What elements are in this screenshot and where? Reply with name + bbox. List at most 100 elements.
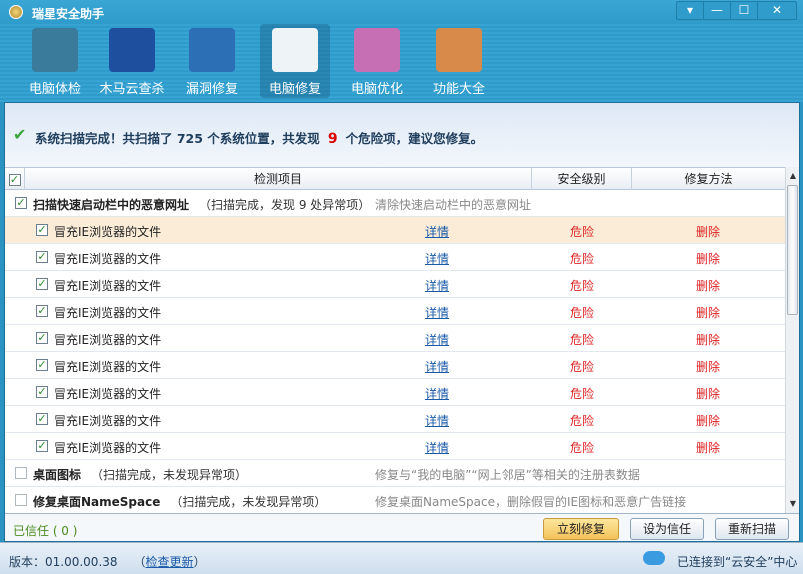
minimize-button[interactable]: — <box>704 2 731 19</box>
security-level: 危险 <box>570 279 595 293</box>
version-text: 版本：01.00.00.38 <box>9 555 118 569</box>
action-bar: 已信任 ( 0 ) 立刻修复 设为信任 重新扫描 <box>5 513 799 541</box>
scroll-thumb[interactable] <box>787 185 798 315</box>
details-link[interactable]: 详情 <box>425 385 449 402</box>
header-item[interactable]: 检测项目 <box>25 168 532 190</box>
disc-box-icon <box>436 28 482 72</box>
fix-method: 删除 <box>696 387 721 401</box>
group-checkbox[interactable]: ✓ <box>15 197 27 209</box>
toolbar-disc-box[interactable]: 功能大全 <box>424 24 494 98</box>
window-title: 瑞星安全助手 <box>32 7 105 21</box>
toolbar-label: 电脑优化 <box>350 82 403 97</box>
cloud-icon <box>643 551 665 565</box>
item-checkbox[interactable]: ✓ <box>36 413 48 425</box>
details-link[interactable]: 详情 <box>425 331 449 348</box>
item-checkbox[interactable]: ✓ <box>36 278 48 290</box>
group-status: （扫描完成，未发现异常项） <box>170 495 327 509</box>
toolbar-monitor-pulse[interactable]: 电脑体检 <box>20 24 90 98</box>
fix-method: 删除 <box>696 225 721 239</box>
group-desc: 修复桌面NameSpace，删除假冒的IE图标和恶意广告链接 <box>375 495 687 509</box>
close-button[interactable]: ✕ <box>758 2 796 19</box>
fix-method: 删除 <box>696 360 721 374</box>
window-controls: ▾ — ☐ ✕ <box>676 1 797 20</box>
trusted-count-link[interactable]: 已信任 ( 0 ) <box>13 522 77 539</box>
item-checkbox[interactable]: ✓ <box>36 251 48 263</box>
toolbar-label: 电脑修复 <box>268 82 321 97</box>
item-checkbox[interactable]: ✓ <box>36 386 48 398</box>
group-checkbox[interactable]: ✓ <box>15 494 27 506</box>
toolbar-windows-refresh[interactable]: 漏洞修复 <box>177 24 247 98</box>
group-name: 修复桌面NameSpace <box>33 495 161 509</box>
rescan-button[interactable]: 重新扫描 <box>715 518 789 540</box>
set-trusted-button[interactable]: 设为信任 <box>630 518 704 540</box>
table-row[interactable]: ✓ 冒充IE浏览器的文件 详情 危险 删除 <box>5 298 785 325</box>
check-icon: ✔ <box>13 125 27 144</box>
vertical-scrollbar[interactable]: ▲ ▼ <box>785 167 799 513</box>
danger-count: 9 <box>327 131 338 147</box>
details-link[interactable]: 详情 <box>425 358 449 375</box>
table-row[interactable]: ✓ 冒充IE浏览器的文件 详情 危险 删除 <box>5 379 785 406</box>
item-checkbox[interactable]: ✓ <box>36 332 48 344</box>
group-name: 扫描快速启动栏中的恶意网址 <box>33 198 190 212</box>
fix-method: 删除 <box>696 279 721 293</box>
item-checkbox[interactable]: ✓ <box>36 359 48 371</box>
repair-panel: ✔ 系统扫描完成！共扫描了 725 个系统位置，共发现 9 个危险项，建议您修复。 … <box>4 102 800 542</box>
security-level: 危险 <box>570 306 595 320</box>
table-row[interactable]: ✓ 冒充IE浏览器的文件 详情 危险 删除 <box>5 271 785 298</box>
security-level: 危险 <box>570 333 595 347</box>
toolbar-label: 功能大全 <box>432 82 485 97</box>
details-link[interactable]: 详情 <box>425 277 449 294</box>
result-list: ✓ 扫描快速启动栏中的恶意网址 （扫描完成，发现 9 处异常项） 清除快速启动栏中… <box>5 190 785 513</box>
scroll-down-icon[interactable]: ▼ <box>786 497 800 511</box>
toolbar-label: 漏洞修复 <box>185 82 238 97</box>
toolbar-magic-wand-monitor[interactable]: 电脑优化 <box>342 24 412 98</box>
group-desc: 清除快速启动栏中的恶意网址 <box>375 198 532 212</box>
menu-dropdown-button[interactable]: ▾ <box>677 2 704 19</box>
item-checkbox[interactable]: ✓ <box>36 224 48 236</box>
security-level: 危险 <box>570 360 595 374</box>
fix-now-button[interactable]: 立刻修复 <box>543 518 619 540</box>
group-row[interactable]: ✓ 桌面图标 （扫描完成，未发现异常项） 修复与“我的电脑”“网上邻居”等相关的注… <box>5 460 785 487</box>
checklist-icon <box>272 28 318 72</box>
table-row[interactable]: ✓ 冒充IE浏览器的文件 详情 危险 删除 <box>5 352 785 379</box>
app-logo-icon <box>9 5 23 19</box>
table-row[interactable]: ✓ 冒充IE浏览器的文件 详情 危险 删除 <box>5 244 785 271</box>
details-link[interactable]: 详情 <box>425 412 449 429</box>
item-name: 冒充IE浏览器的文件 <box>54 252 162 266</box>
toolbar-shield[interactable]: 木马云查杀 <box>97 24 167 98</box>
fix-method: 删除 <box>696 306 721 320</box>
header-level[interactable]: 安全级别 <box>532 168 632 190</box>
header-fix[interactable]: 修复方法 <box>632 168 785 190</box>
fix-method: 删除 <box>696 414 721 428</box>
item-checkbox[interactable]: ✓ <box>36 440 48 452</box>
toolbar-checklist[interactable]: 电脑修复 <box>260 24 330 98</box>
check-update-link[interactable]: 检查更新 <box>146 555 194 569</box>
details-link[interactable]: 详情 <box>425 250 449 267</box>
fix-method: 删除 <box>696 252 721 266</box>
group-checkbox[interactable]: ✓ <box>15 467 27 479</box>
item-name: 冒充IE浏览器的文件 <box>54 387 162 401</box>
details-link[interactable]: 详情 <box>425 304 449 321</box>
security-level: 危险 <box>570 387 595 401</box>
details-link[interactable]: 详情 <box>425 439 449 456</box>
fix-method: 删除 <box>696 441 721 455</box>
maximize-button[interactable]: ☐ <box>731 2 758 19</box>
table-row[interactable]: ✓ 冒充IE浏览器的文件 详情 危险 删除 <box>5 325 785 352</box>
table-row[interactable]: ✓ 冒充IE浏览器的文件 详情 危险 删除 <box>5 406 785 433</box>
item-name: 冒充IE浏览器的文件 <box>54 333 162 347</box>
table-row[interactable]: ✓ 冒充IE浏览器的文件 详情 危险 删除 <box>5 217 785 244</box>
details-link[interactable]: 详情 <box>425 223 449 240</box>
scroll-up-icon[interactable]: ▲ <box>786 169 800 183</box>
table-header: ✓ 检测项目 安全级别 修复方法 <box>5 167 785 190</box>
item-checkbox[interactable]: ✓ <box>36 305 48 317</box>
group-name: 桌面图标 <box>33 468 82 482</box>
title-bar: 瑞星安全助手 ▾ — ☐ ✕ <box>0 0 803 24</box>
windows-refresh-icon <box>189 28 235 72</box>
table-row[interactable]: ✓ 冒充IE浏览器的文件 详情 危险 删除 <box>5 433 785 460</box>
shield-icon <box>109 28 155 72</box>
group-desc: 修复与“我的电脑”“网上邻居”等相关的注册表数据 <box>375 468 640 482</box>
item-name: 冒充IE浏览器的文件 <box>54 279 162 293</box>
group-row[interactable]: ✓ 扫描快速启动栏中的恶意网址 （扫描完成，发现 9 处异常项） 清除快速启动栏中… <box>5 190 785 217</box>
group-row[interactable]: ✓ 修复桌面NameSpace （扫描完成，未发现异常项） 修复桌面NameSpa… <box>5 487 785 513</box>
select-all-checkbox[interactable]: ✓ <box>5 168 25 190</box>
